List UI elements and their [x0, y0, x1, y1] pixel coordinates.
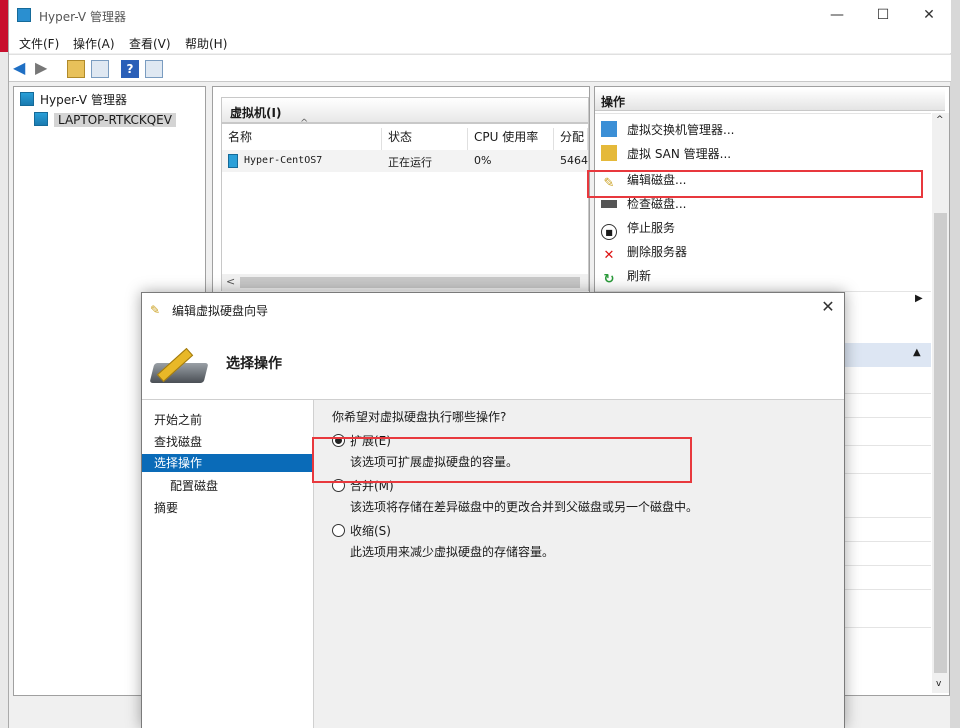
horizontal-scrollbar[interactable]: < — [222, 274, 588, 291]
collapse-icon[interactable]: ▲ — [913, 347, 921, 358]
submenu-arrow-icon[interactable]: ▶ — [915, 293, 923, 304]
hyperv-manager-icon — [20, 92, 34, 106]
forward-icon[interactable]: ▶ — [35, 60, 53, 78]
column-header-state[interactable]: 状态 — [382, 128, 468, 150]
wizard-steps-nav: 开始之前 查找磁盘 选择操作 配置磁盘 摘要 — [142, 400, 314, 728]
app-icon — [17, 8, 31, 22]
actions-vertical-scrollbar[interactable]: ^ v — [932, 113, 949, 693]
action-virtual-san-manager[interactable]: 虚拟 SAN 管理器... — [601, 143, 731, 165]
wizard-step-heading: 选择操作 — [226, 356, 282, 372]
inspect-disk-icon — [601, 200, 617, 208]
scrollbar-thumb[interactable] — [240, 277, 580, 288]
tree-server-label: LAPTOP-RTKCKQEV — [54, 113, 176, 127]
radio-compact[interactable] — [332, 524, 345, 537]
option-merge-desc: 该选项将存储在差异磁盘中的更改合并到父磁盘或另一个磁盘中。 — [350, 500, 699, 514]
option-compact-desc: 此选项用来减少虚拟硬盘的存储容量。 — [350, 545, 555, 559]
dialog-close-button[interactable]: ✕ — [816, 297, 840, 316]
menu-file[interactable]: 文件(F) — [19, 35, 59, 52]
column-header-name[interactable]: 名称 — [222, 128, 382, 150]
wizard-banner-icon — [149, 343, 210, 387]
option-compact[interactable]: 收缩(S) — [332, 522, 391, 539]
switch-icon — [601, 121, 617, 137]
menu-view[interactable]: 查看(V) — [129, 35, 171, 52]
highlight-expand-option — [312, 437, 692, 483]
wizard-step-locate-disk[interactable]: 查找磁盘 — [154, 432, 202, 452]
scroll-left-icon[interactable]: < — [226, 275, 235, 288]
maximize-button[interactable]: ☐ — [860, 4, 906, 28]
tree-root-label: Hyper-V 管理器 — [40, 93, 127, 107]
vm-grid: ^ 名称 状态 CPU 使用率 分配 Hyper-CentOS7 正在运行 0%… — [221, 118, 589, 291]
wizard-title-icon: ✎ — [150, 303, 161, 317]
highlight-edit-disk — [587, 170, 923, 198]
question-text: 你希望对虚拟硬盘执行哪些操作? — [332, 410, 507, 424]
wizard-step-choose-action[interactable]: 选择操作 — [142, 454, 312, 472]
background-window-edge-lower — [0, 52, 8, 728]
vm-section-header: 虚拟机(I) — [221, 97, 589, 123]
action-stop-service[interactable]: ■ 停止服务 — [601, 217, 676, 240]
server-icon — [34, 112, 48, 126]
vm-state: 正在运行 — [388, 156, 432, 169]
action-refresh[interactable]: ↻ 刷新 — [601, 265, 651, 287]
divider — [595, 113, 931, 114]
minimize-button[interactable]: — — [814, 4, 860, 28]
show-tree-icon[interactable] — [91, 60, 109, 78]
edit-vhd-wizard-dialog: ✎ 编辑虚拟硬盘向导 ✕ 选择操作 开始之前 查找磁盘 选择操作 配置磁盘 摘要… — [141, 292, 845, 728]
wizard-step-before-you-begin[interactable]: 开始之前 — [154, 410, 202, 430]
stop-icon: ■ — [601, 224, 617, 240]
column-header-memory[interactable]: 分配 — [554, 128, 588, 150]
vm-cpu: 0% — [474, 154, 492, 167]
title-bar: Hyper-V 管理器 — ☐ ✕ — [9, 0, 951, 31]
action-remove-server[interactable]: ✕ 删除服务器 — [601, 241, 687, 263]
wizard-step-configure-disk[interactable]: 配置磁盘 — [170, 476, 218, 496]
menu-bar: 文件(F) 操作(A) 查看(V) 帮助(H) — [9, 31, 951, 53]
scroll-up-icon[interactable]: ^ — [936, 115, 944, 125]
menu-action[interactable]: 操作(A) — [73, 35, 115, 52]
action-virtual-switch-manager[interactable]: 虚拟交换机管理器... — [601, 119, 734, 141]
tree-server-node[interactable]: LAPTOP-RTKCKQEV — [34, 111, 176, 129]
vm-memory: 5464 — [560, 154, 588, 167]
tree-root-hyperv-manager[interactable]: Hyper-V 管理器 — [20, 91, 127, 109]
vm-name: Hyper-CentOS7 — [244, 155, 323, 166]
dialog-title: 编辑虚拟硬盘向导 — [172, 304, 269, 318]
menu-help[interactable]: 帮助(H) — [185, 35, 227, 52]
toolbar: ◀ ▶ ? — [9, 54, 951, 82]
vm-icon — [228, 154, 238, 168]
scrollbar-thumb[interactable] — [934, 213, 947, 673]
close-button[interactable]: ✕ — [906, 4, 952, 28]
wizard-step-summary[interactable]: 摘要 — [154, 498, 178, 518]
show-action-pane-icon[interactable] — [145, 60, 163, 78]
delete-icon: ✕ — [603, 248, 615, 263]
action-label: 停止服务 — [627, 221, 676, 235]
san-icon — [601, 145, 617, 161]
action-label: 检查磁盘... — [627, 197, 687, 211]
action-label: 刷新 — [627, 269, 652, 283]
action-label: 删除服务器 — [627, 245, 688, 259]
refresh-icon: ↻ — [603, 272, 615, 287]
help-icon[interactable]: ? — [121, 60, 139, 78]
up-folder-icon[interactable] — [67, 60, 85, 78]
background-window-edge — [0, 0, 8, 52]
table-row[interactable]: Hyper-CentOS7 正在运行 0% 5464 — [222, 150, 588, 172]
option-compact-label: 收缩(S) — [350, 524, 391, 538]
actions-header: 操作 — [595, 89, 945, 111]
column-header-cpu[interactable]: CPU 使用率 — [468, 128, 554, 150]
action-label: 虚拟 SAN 管理器... — [627, 147, 732, 161]
action-label: 虚拟交换机管理器... — [627, 123, 735, 137]
scroll-down-icon[interactable]: v — [936, 679, 941, 689]
back-icon[interactable]: ◀ — [13, 60, 31, 78]
window-title: Hyper-V 管理器 — [39, 10, 126, 24]
